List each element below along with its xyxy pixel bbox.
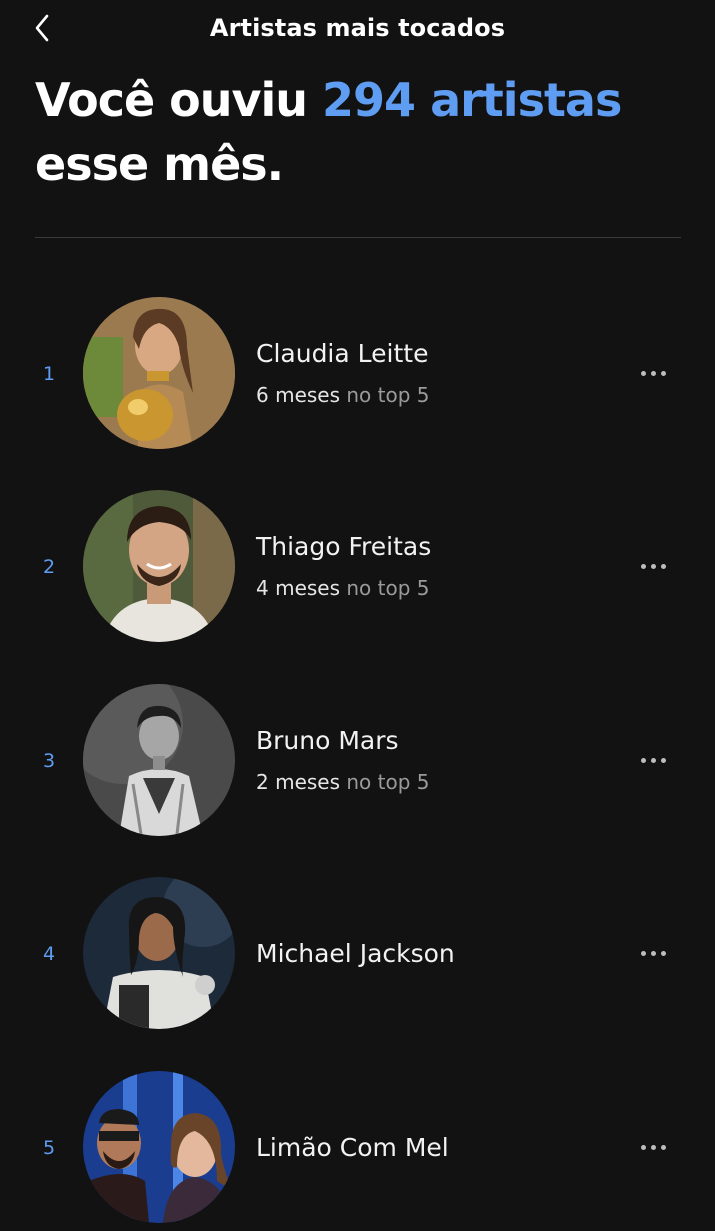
artist-row[interactable]: 2 Thiago Freitas 4 meses no top 5 (0, 490, 715, 650)
artist-stat: 6 meses no top 5 (256, 383, 430, 407)
artist-rank: 4 (42, 943, 56, 965)
more-options-icon (640, 950, 646, 956)
page-title: Artistas mais tocados (209, 14, 506, 42)
artist-count: 294 artistas (322, 73, 622, 127)
more-options-icon (640, 370, 646, 376)
artist-name[interactable]: Claudia Leitte (256, 339, 428, 368)
artist-rank: 2 (42, 556, 56, 578)
artist-row[interactable]: 1 Claudia Leitte 6 meses no top 5 (0, 297, 715, 457)
artist-rank: 5 (42, 1137, 56, 1159)
artist-row[interactable]: 4 Michael Jackson (0, 877, 715, 1037)
artist-avatar[interactable] (83, 877, 235, 1029)
artist-avatar[interactable] (83, 490, 235, 642)
artist-rank: 3 (42, 750, 56, 772)
more-options-button[interactable] (628, 1132, 678, 1162)
artist-name[interactable]: Thiago Freitas (256, 532, 431, 561)
artist-stat: 4 meses no top 5 (256, 576, 430, 600)
artist-rank: 1 (42, 363, 56, 385)
more-options-button[interactable] (628, 938, 678, 968)
artist-avatar[interactable] (83, 297, 235, 449)
more-options-button[interactable] (628, 551, 678, 581)
more-options-icon (640, 757, 646, 763)
artist-row[interactable]: 5 Limão Com Mel (0, 1071, 715, 1231)
artist-name[interactable]: Limão Com Mel (256, 1133, 449, 1162)
headline-suffix: esse mês. (35, 137, 284, 191)
headline: Você ouviu 294 artistas esse mês. (35, 68, 695, 196)
more-options-icon (640, 563, 646, 569)
artist-name[interactable]: Bruno Mars (256, 726, 399, 755)
artist-name[interactable]: Michael Jackson (256, 939, 455, 968)
headline-prefix: Você ouviu (35, 73, 308, 127)
artist-row[interactable]: 3 Bruno Mars 2 meses no top 5 (0, 684, 715, 844)
more-options-icon (640, 1144, 646, 1150)
artist-stat: 2 meses no top 5 (256, 770, 430, 794)
artist-avatar[interactable] (83, 1071, 235, 1223)
divider (35, 237, 681, 238)
artist-avatar[interactable] (83, 684, 235, 836)
top-bar: Artistas mais tocados (0, 0, 715, 56)
more-options-button[interactable] (628, 358, 678, 388)
more-options-button[interactable] (628, 745, 678, 775)
